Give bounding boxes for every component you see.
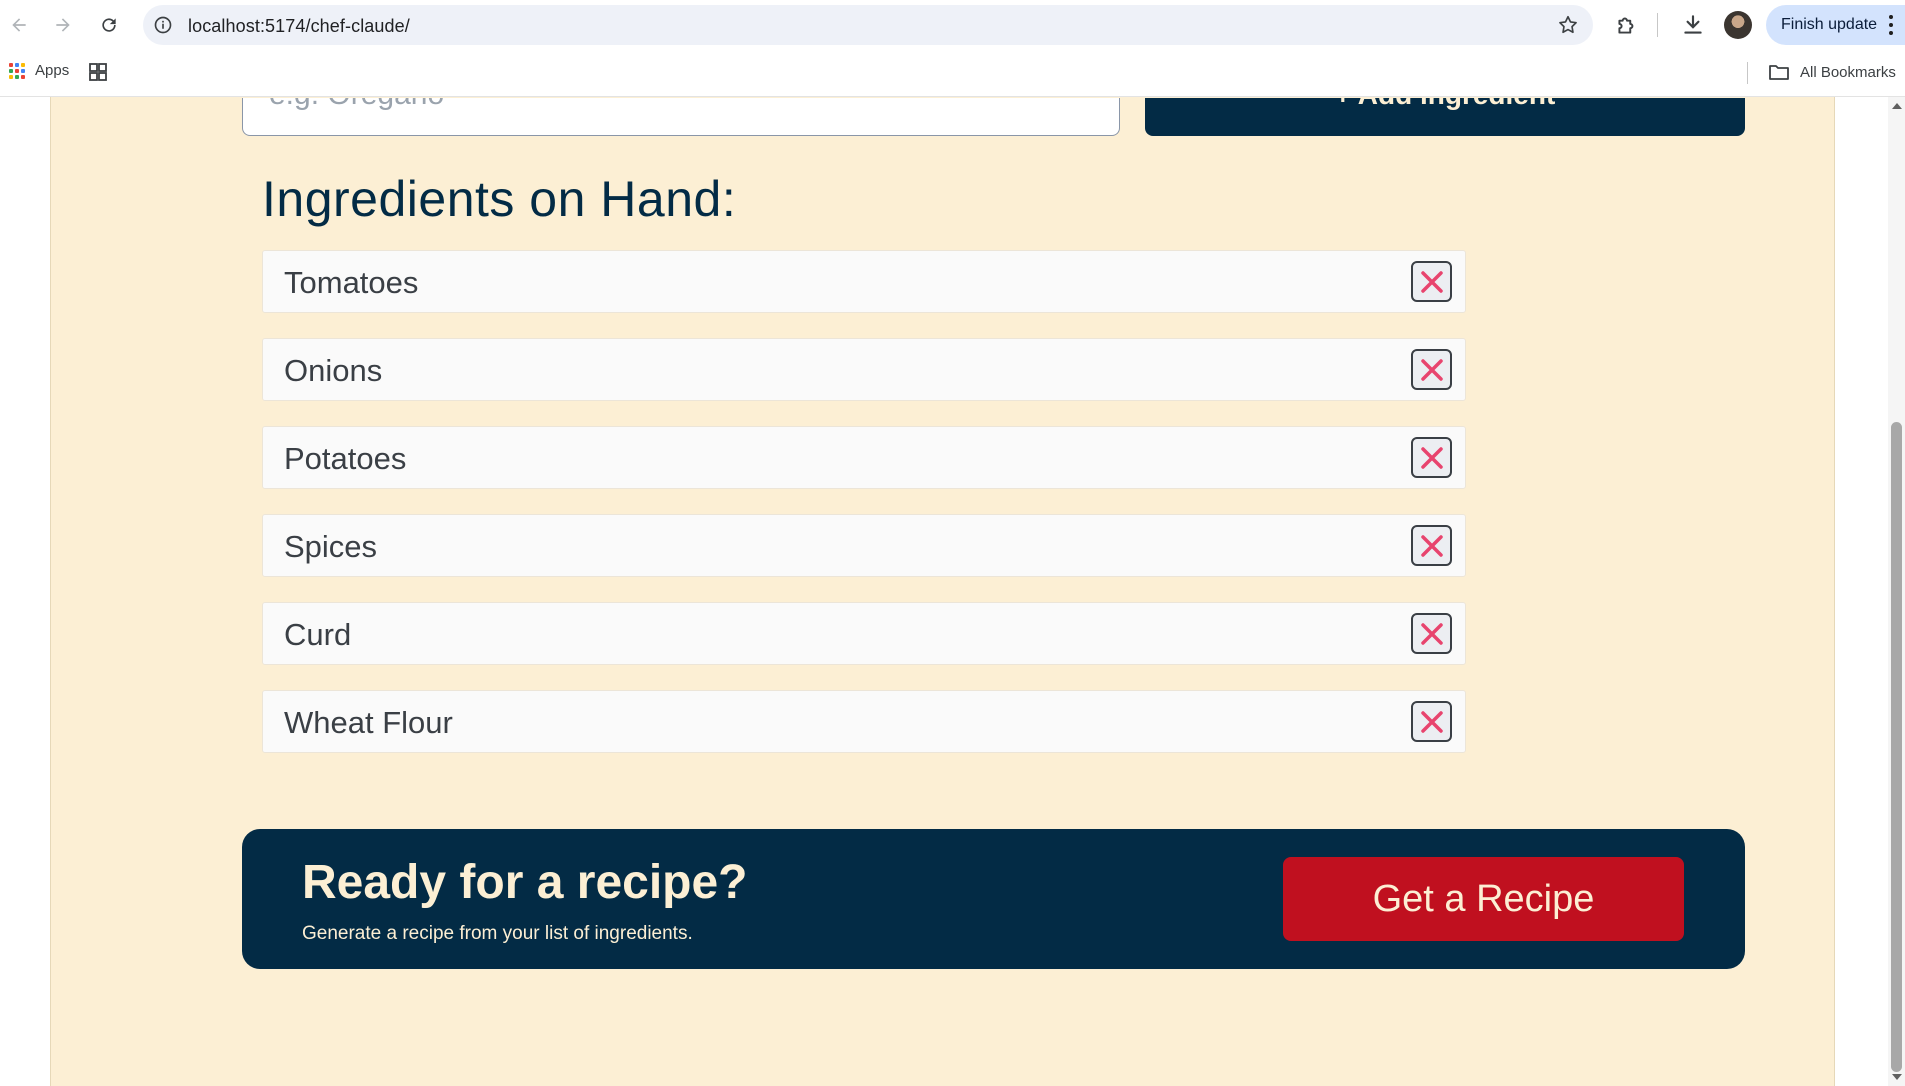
remove-ingredient-button[interactable] <box>1411 261 1452 302</box>
bookmark-apps[interactable]: Apps <box>9 62 69 79</box>
back-button[interactable] <box>2 8 36 42</box>
scrollbar-thumb[interactable] <box>1891 422 1902 1072</box>
bookmark-star-icon[interactable] <box>1557 14 1579 36</box>
close-x-icon <box>1420 710 1443 733</box>
profile-avatar[interactable] <box>1724 11 1752 39</box>
ingredient-item: Curd <box>262 602 1466 665</box>
reload-icon <box>102 18 116 32</box>
remove-ingredient-button[interactable] <box>1411 349 1452 390</box>
bookmarks-divider <box>1747 62 1748 84</box>
ingredient-name: Potatoes <box>284 441 407 476</box>
download-icon[interactable] <box>1680 12 1706 38</box>
scroll-up-arrow-icon[interactable] <box>1892 103 1902 109</box>
toolbar-divider <box>1657 13 1658 37</box>
scroll-down-arrow-icon[interactable] <box>1892 1074 1902 1080</box>
finish-update-button[interactable]: Finish update <box>1766 5 1905 45</box>
ingredient-item: Tomatoes <box>262 250 1466 313</box>
page-scrollbar[interactable] <box>1888 97 1905 1086</box>
site-info-icon[interactable] <box>153 15 173 35</box>
browser-toolbar: localhost:5174/chef-claude/ Finish updat… <box>0 0 1905 50</box>
close-x-icon <box>1420 534 1443 557</box>
back-arrow-icon <box>12 18 26 32</box>
ingredient-name: Spices <box>284 529 378 564</box>
remove-ingredient-button[interactable] <box>1411 525 1452 566</box>
main-card: e.g. Oregano + Add ingredient Ingredient… <box>50 97 1835 1086</box>
bookmarks-bar: Apps All Bookmarks <box>0 50 1905 97</box>
forward-arrow-icon <box>56 18 70 32</box>
url-text[interactable]: localhost:5174/chef-claude/ <box>188 16 410 37</box>
ingredient-name: Tomatoes <box>284 265 419 300</box>
remove-ingredient-button[interactable] <box>1411 437 1452 478</box>
close-x-icon <box>1420 270 1443 293</box>
apps-grid-icon <box>9 62 25 79</box>
add-ingredient-label: + Add ingredient <box>1145 98 1745 111</box>
ingredient-item: Wheat Flour <box>262 690 1466 753</box>
close-x-icon <box>1420 446 1443 469</box>
ingredient-item: Potatoes <box>262 426 1466 489</box>
recipe-cta-panel: Ready for a recipe? Generate a recipe fr… <box>242 829 1745 969</box>
apps-label: Apps <box>35 62 70 79</box>
ingredient-name: Wheat Flour <box>284 705 453 740</box>
remove-ingredient-button[interactable] <box>1411 701 1452 742</box>
page-viewport: e.g. Oregano + Add ingredient Ingredient… <box>0 97 1888 1086</box>
finish-update-label: Finish update <box>1781 16 1878 33</box>
ingredient-name: Curd <box>284 617 352 652</box>
all-bookmarks-button[interactable]: All Bookmarks <box>1768 62 1896 82</box>
cta-subtitle: Generate a recipe from your list of ingr… <box>302 923 693 944</box>
get-recipe-button[interactable]: Get a Recipe <box>1283 857 1684 941</box>
folder-icon <box>1769 65 1789 80</box>
ingredient-item: Spices <box>262 514 1466 577</box>
close-x-icon <box>1420 358 1443 381</box>
browser-chrome: localhost:5174/chef-claude/ Finish updat… <box>0 0 1905 97</box>
cta-title: Ready for a recipe? <box>302 856 748 909</box>
ingredient-input-placeholder: e.g. Oregano <box>269 98 444 112</box>
remove-ingredient-button[interactable] <box>1411 613 1452 654</box>
ingredients-title: Ingredients on Hand: <box>262 171 737 227</box>
tab-groups-icon[interactable] <box>88 62 108 82</box>
all-bookmarks-label: All Bookmarks <box>1800 63 1896 81</box>
close-x-icon <box>1420 622 1443 645</box>
ingredient-name: Onions <box>284 353 383 388</box>
extensions-puzzle-icon[interactable] <box>1614 12 1640 38</box>
ingredient-input[interactable]: e.g. Oregano <box>242 98 1120 136</box>
forward-button[interactable] <box>46 8 80 42</box>
address-bar[interactable]: localhost:5174/chef-claude/ <box>143 5 1593 45</box>
add-ingredient-button[interactable]: + Add ingredient <box>1145 98 1745 136</box>
reload-button[interactable] <box>92 8 126 42</box>
more-menu-icon[interactable] <box>1889 15 1893 35</box>
ingredient-item: Onions <box>262 338 1466 401</box>
